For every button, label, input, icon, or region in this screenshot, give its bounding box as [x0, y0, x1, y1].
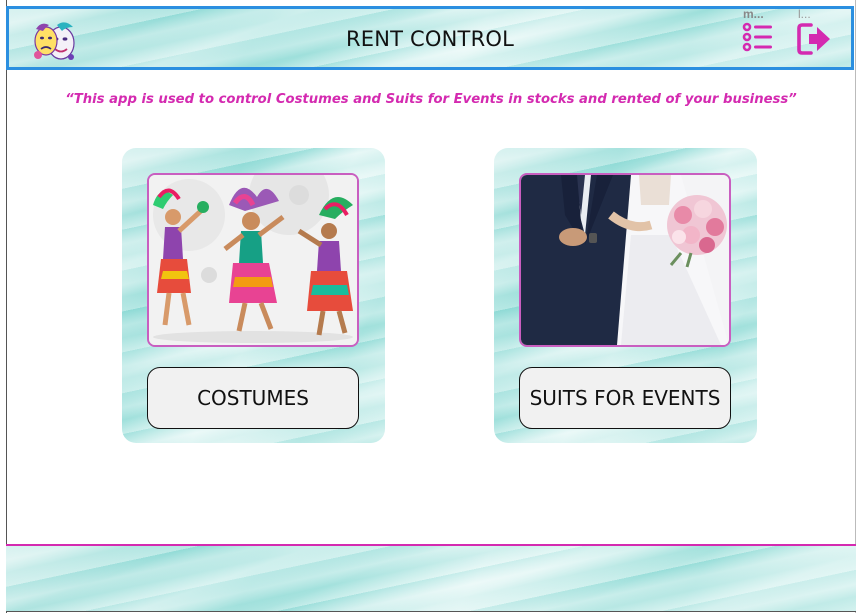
app-footer — [6, 544, 856, 612]
suits-button[interactable]: SUITS FOR EVENTS — [519, 367, 731, 429]
app-header: RENT CONTROL m... l... — [6, 6, 854, 70]
costumes-button[interactable]: COSTUMES — [147, 367, 359, 429]
logout-button[interactable]: l... — [795, 7, 835, 59]
app-description: “This app is used to control Costumes an… — [65, 92, 797, 107]
menu-caption: m... — [743, 7, 764, 21]
page-title: RENT CONTROL — [345, 27, 515, 51]
carnival-dancers-illustration — [149, 175, 357, 345]
suits-card: SUITS FOR EVENTS — [494, 148, 757, 443]
costumes-image — [147, 173, 359, 347]
suits-image — [519, 173, 731, 347]
list-menu-icon[interactable] — [742, 21, 774, 53]
menu-button[interactable]: m... — [740, 7, 776, 59]
costumes-card: COSTUMES — [122, 148, 385, 443]
logout-arrow-icon[interactable] — [795, 21, 833, 57]
wedding-couple-photo — [521, 175, 729, 345]
logout-caption: l... — [798, 7, 811, 21]
